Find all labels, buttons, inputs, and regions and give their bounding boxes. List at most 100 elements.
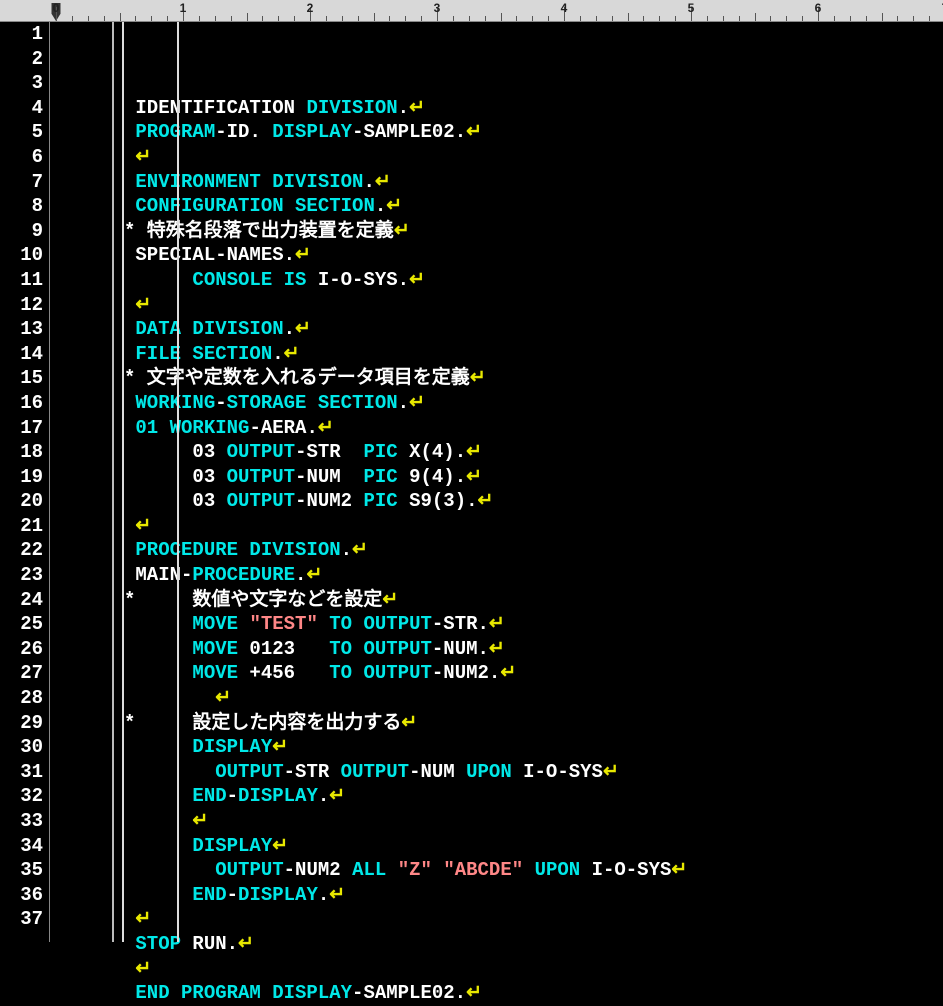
code-line[interactable]: MOVE +456 TO OUTPUT-NUM2.↵ [124,661,943,686]
code-token: STOP [135,933,181,955]
code-line[interactable]: * 文字や定数を入れるデータ項目を定義↵ [124,366,943,391]
indent [124,933,135,955]
code-line[interactable]: ↵ [124,686,943,711]
ruler-tick [707,16,708,21]
code-token: TO [329,662,352,684]
code-line[interactable]: PROCEDURE DIVISION.↵ [124,538,943,563]
code-token: IDENTIFICATION [135,97,306,119]
ruler-tick [723,16,724,21]
line-number: 27 [0,661,43,686]
line-number: 21 [0,514,43,539]
code-token: X(4). [398,441,466,463]
code-line[interactable]: ↵ [124,907,943,932]
code-line[interactable]: IDENTIFICATION DIVISION.↵ [124,96,943,121]
code-line[interactable]: OUTPUT-STR OUTPUT-NUM UPON I-O-SYS↵ [124,760,943,785]
code-token: 01 [135,417,158,439]
code-token: 03 [192,441,215,463]
code-line[interactable]: DISPLAY↵ [124,834,943,859]
newline-icon: ↵ [466,466,482,488]
newline-icon: ↵ [409,97,425,119]
code-token: . [295,564,306,586]
line-number: 18 [0,440,43,465]
code-line[interactable]: 03 OUTPUT-NUM PIC 9(4).↵ [124,465,943,490]
code-line[interactable]: DISPLAY↵ [124,735,943,760]
ruler-tick [516,16,517,21]
ruler[interactable]: 01234567 [0,0,943,22]
code-line[interactable]: * 特殊名段落で出力装置を定義↵ [124,219,943,244]
code-line[interactable]: * 数値や文字などを設定↵ [124,588,943,613]
code-line[interactable]: MOVE "TEST" TO OUTPUT-STR.↵ [124,612,943,637]
code-line[interactable]: PROGRAM-ID. DISPLAY-SAMPLE02.↵ [124,120,943,145]
code-token [523,859,534,881]
newline-icon: ↵ [318,417,334,439]
code-line[interactable]: STOP RUN.↵ [124,932,943,957]
ruler-tick [405,16,406,21]
line-number: 1 [0,22,43,47]
newline-icon: ↵ [466,121,482,143]
newline-icon: ↵ [401,712,417,734]
code-line[interactable]: WORKING-STORAGE SECTION.↵ [124,391,943,416]
code-line[interactable]: END-DISPLAY.↵ [124,883,943,908]
code-line[interactable]: DATA DIVISION.↵ [124,317,943,342]
code-line[interactable]: END PROGRAM DISPLAY-SAMPLE02.↵ [124,981,943,1006]
code-line[interactable]: ↵ [124,957,943,982]
code-line[interactable]: ENVIRONMENT DIVISION.↵ [124,170,943,195]
code-token: . [318,884,329,906]
ruler-tick [850,16,851,21]
ruler-tick [167,16,168,21]
code-token: -SAMPLE02. [352,121,466,143]
indent [124,441,192,463]
code-line[interactable]: ↵ [124,145,943,170]
code-line[interactable]: * 設定した内容を出力する↵ [124,711,943,736]
code-token: MOVE [192,638,238,660]
code-token: . [375,195,386,217]
ruler-tick [342,16,343,21]
code-line[interactable]: FILE SECTION.↵ [124,342,943,367]
code-line[interactable]: MAIN-PROCEDURE.↵ [124,563,943,588]
newline-icon: ↵ [394,220,410,242]
newline-icon: ↵ [192,810,208,832]
code-line[interactable]: 03 OUTPUT-NUM2 PIC S9(3).↵ [124,489,943,514]
ruler-tick [453,16,454,21]
code-token: -SAMPLE02. [352,982,466,1004]
ruler-marks: 01234567 [56,0,943,21]
code-line[interactable]: ↵ [124,293,943,318]
ruler-tick [548,16,549,21]
ruler-tick [262,16,263,21]
code-line[interactable]: MOVE 0123 TO OUTPUT-NUM.↵ [124,637,943,662]
code-token: -NUM [295,466,363,488]
code-line[interactable]: 03 OUTPUT-STR PIC X(4).↵ [124,440,943,465]
code-line[interactable]: CONFIGURATION SECTION.↵ [124,194,943,219]
code-token: DISPLAY [238,884,318,906]
ruler-number: 3 [434,1,441,15]
code-token: ALL [352,859,386,881]
code-token: -NUM2. [432,662,500,684]
code-line[interactable]: SPECIAL-NAMES.↵ [124,243,943,268]
line-number: 24 [0,588,43,613]
code-area[interactable]: IDENTIFICATION DIVISION.↵ PROGRAM-ID. DI… [124,22,943,942]
line-number: 26 [0,637,43,662]
line-number-gutter: 1234567891011121314151617181920212223242… [0,22,50,942]
newline-icon: ↵ [135,146,151,168]
code-line[interactable]: END-DISPLAY.↵ [124,784,943,809]
code-token: UPON [466,761,512,783]
line-number: 5 [0,120,43,145]
code-line[interactable]: CONSOLE IS I-O-SYS.↵ [124,268,943,293]
code-line[interactable]: ↵ [124,514,943,539]
code-line[interactable]: ↵ [124,809,943,834]
ruler-tick [421,16,422,21]
indent [124,171,135,193]
newline-icon: ↵ [135,958,151,980]
indent [124,638,192,660]
newline-icon: ↵ [489,613,505,635]
indent [124,417,135,439]
indent [124,564,135,586]
newline-icon: ↵ [386,195,402,217]
code-line[interactable]: 01 WORKING-AERA.↵ [124,416,943,441]
indent [124,343,135,365]
ruler-tick [231,16,232,21]
code-line[interactable]: OUTPUT-NUM2 ALL "Z" "ABCDE" UPON I-O-SYS… [124,858,943,883]
code-token [352,613,363,635]
ruler-tick [897,16,898,21]
newline-icon: ↵ [409,392,425,414]
